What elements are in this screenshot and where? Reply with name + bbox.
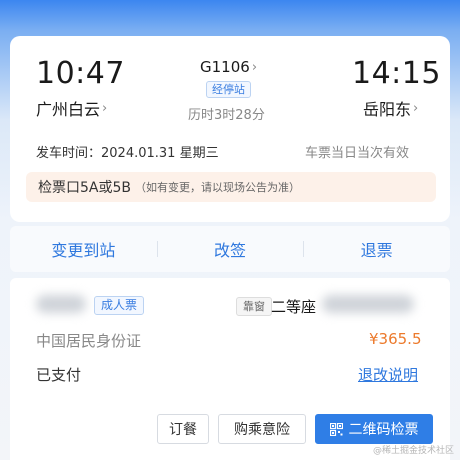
gate-number: 检票口5A或5B xyxy=(38,180,131,196)
train-number[interactable]: G1106 › xyxy=(200,58,257,76)
train-number-label: G1106 xyxy=(200,58,250,76)
seat-class: 二等座 xyxy=(271,298,317,316)
ticket-validity: 车票当日当次有效 xyxy=(305,146,410,161)
gate-info: 检票口5A或5B （如有变更，请以现场公告为准） xyxy=(26,172,436,202)
seat-number-redacted xyxy=(322,295,414,313)
duration: 历时3时28分 xyxy=(188,108,265,123)
travel-insurance-button[interactable]: 购乘意险 xyxy=(218,414,306,444)
ticket-type-badge: 成人票 xyxy=(94,296,145,315)
chevron-right-icon: › xyxy=(102,100,108,116)
qr-code-icon xyxy=(329,422,343,436)
refund-button[interactable]: 退票 xyxy=(303,237,450,261)
stops-button[interactable]: 经停站 xyxy=(206,81,251,98)
ticket-actions: 变更到站 改签 退票 xyxy=(10,226,450,272)
ticket-price: ¥365.5 xyxy=(369,330,422,348)
gate-note: （如有变更，请以现场公告为准） xyxy=(135,181,300,194)
passenger-name-redacted xyxy=(36,295,86,313)
order-meal-button[interactable]: 订餐 xyxy=(157,414,209,444)
chevron-right-icon: › xyxy=(251,59,258,75)
depart-station-label: 广州白云 xyxy=(36,100,101,119)
ticket-card: 10:47 广州白云 › G1106 › 经停站 历时3时28分 14:15 岳… xyxy=(10,36,450,222)
rebook-button[interactable]: 改签 xyxy=(156,237,304,261)
qr-check-button[interactable]: 二维码检票 xyxy=(315,414,433,444)
arrive-time: 14:15 xyxy=(352,56,441,91)
depart-time: 10:47 xyxy=(36,56,125,91)
depart-station[interactable]: 广州白云 › xyxy=(36,96,107,120)
id-type: 中国居民身份证 xyxy=(36,332,142,350)
seat-position-badge: 靠窗 xyxy=(236,297,272,316)
refund-policy-link[interactable]: 退改说明 xyxy=(358,364,418,385)
change-destination-button[interactable]: 变更到站 xyxy=(10,237,157,261)
arrive-station-label: 岳阳东 xyxy=(363,100,412,119)
payment-status: 已支付 xyxy=(36,366,82,384)
arrive-station[interactable]: 岳阳东 › xyxy=(363,96,418,120)
departure-date: 发车时间：2024.01.31 星期三 xyxy=(36,146,219,161)
qr-check-label: 二维码检票 xyxy=(348,422,419,438)
watermark: @稀土掘金技术社区 xyxy=(372,446,454,456)
chevron-right-icon: › xyxy=(413,100,419,116)
passenger-card: 成人票 靠窗 二等座 中国居民身份证 ¥365.5 已支付 退改说明 订餐 购乘… xyxy=(10,278,450,460)
